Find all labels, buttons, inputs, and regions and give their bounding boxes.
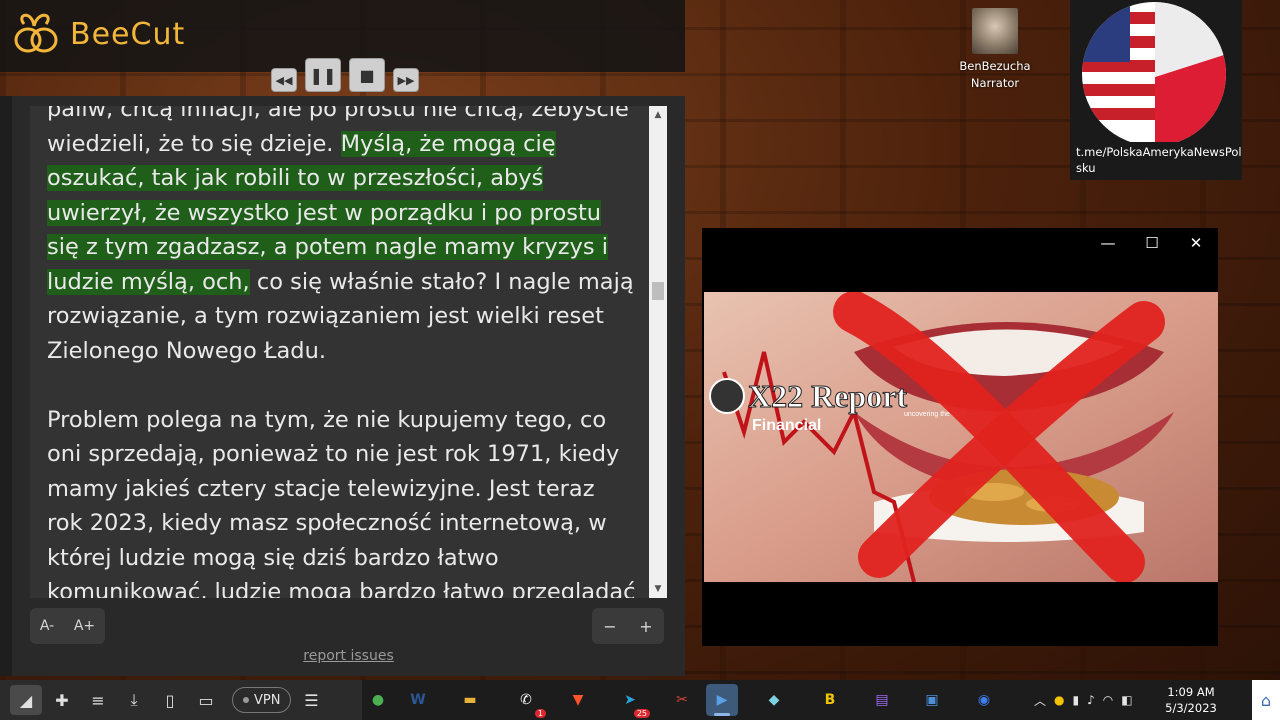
minimize-icon[interactable]: — [1086,228,1130,258]
video-frame[interactable]: X22 Report uncovering the truth Financia… [704,292,1218,582]
taskbar-clock[interactable]: 1:09 AM 5/3/2023 [1162,684,1220,716]
close-icon[interactable]: ✕ [1174,228,1218,258]
word-icon[interactable]: W [402,684,434,716]
reading-pane[interactable]: paliw, chcą inflacji, ale po prostu nie … [30,106,667,598]
brave-glyph: ▼ [572,692,584,708]
clapperboard-glyph: ▤ [875,692,889,708]
editor-glyph: ◆ [768,692,780,708]
pause-button[interactable]: ❚❚ [305,58,341,92]
reader-text-segment: Problem polega na tym, że nie kupujemy t… [47,406,636,599]
window-controls: — ☐ ✕ [1086,228,1218,258]
playlist-icon[interactable]: ≡ [82,685,114,715]
desktop-shortcut-narrator[interactable]: BenBezucha Narrator [955,8,1035,92]
rewind-icon: ◀◀ [275,73,293,87]
scroll-up-icon[interactable]: ▲ [649,106,667,124]
video-player-window: — ☐ ✕ X22 Report uncovering the truth Fi… [702,228,1218,646]
windows-taskbar: ● W ▬ ✆ 1 ▼ ➤ 25 ✂ ▶ ◆ B ▤ ▣ ◉ ︿ ● ▮ ♪ ◠ ◧ 1:09 AM 5/3… [362,680,1280,720]
us-poland-flag-icon [1082,2,1226,142]
scroll-down-icon[interactable]: ▼ [649,580,667,598]
narrator-avatar [972,8,1018,54]
shortcut-sublabel: Narrator [970,76,1020,90]
photos-icon[interactable]: ▣ [916,684,948,716]
file-explorer-icon[interactable]: ▬ [454,684,486,716]
whatsapp-glyph: ✆ [520,692,532,708]
video-overlay-subtitle: Financial [752,417,821,434]
reader-paragraph: paliw, chcą inflacji, ale po prostu nie … [47,106,637,368]
reader-edge [0,96,12,676]
stop-icon: ■ [359,65,375,85]
video-overlay-title: X22 Report [748,378,907,414]
notification-badge: 1 [534,709,546,718]
clapperboard-icon[interactable]: ▤ [866,684,898,716]
brave-shield-icon[interactable]: ◢ [10,685,42,715]
bee-logo-icon [14,13,58,53]
beecut-taskbar-icon[interactable]: ▶ [706,684,738,716]
notification-badge: 25 [633,709,650,718]
app-name: BeeCut [70,16,186,52]
app-launcher-glyph: ● [371,692,385,708]
menu-icon[interactable]: ☰ [295,685,327,715]
media-player-glyph: ◉ [977,692,991,708]
beecut-logo: BeeCut [10,12,185,56]
vpn-status-dot [243,697,249,703]
fast-forward-icon: ▶▶ [397,73,415,87]
zoom-in-button[interactable]: + [639,617,652,636]
editor-icon[interactable]: ◆ [758,684,790,716]
forward-button[interactable]: ▶▶ [393,68,419,92]
scroll-thumb[interactable] [652,282,664,300]
wallet-icon[interactable]: ▭ [190,685,222,715]
photos-glyph: ▣ [925,692,939,708]
rewind-button[interactable]: ◀◀ [271,68,297,92]
wifi-icon[interactable]: ◠ [1103,693,1113,707]
zoom-controls: − + [592,608,664,644]
stop-button[interactable]: ■ [349,58,385,92]
report-issues-link[interactable]: report issues [12,648,685,664]
telegram-glyph: ➤ [624,692,636,708]
sidebar-icon[interactable]: ▯ [154,685,186,715]
system-tray: ︿ ● ▮ ♪ ◠ ◧ [1034,680,1133,720]
tray-device-icon[interactable]: ▮ [1073,693,1080,707]
video-thumbnail: X22 Report uncovering the truth Financia… [704,292,1218,582]
telegram-link[interactable]: t.me/PolskaAmerykaNewsPolsku [1076,144,1242,176]
browser-bottom-toolbar: ◢ ✚ ≡ ⤓ ▯ ▭ VPN ☰ [0,680,362,720]
active-app-indicator [714,713,730,716]
notification-icon[interactable]: ⌂ [1252,680,1280,720]
microphone-icon[interactable]: ♪ [1087,693,1095,707]
clock-time: 1:09 AM [1167,685,1215,699]
whatsapp-icon[interactable]: ✆ 1 [510,684,546,718]
bee-app-icon[interactable]: B [814,684,846,716]
text-reader-panel: paliw, chcą inflacji, ale po prostu nie … [12,96,685,676]
snipping-tool-icon[interactable]: ✂ [666,684,698,716]
vpn-button[interactable]: VPN [232,687,292,713]
reading-text: paliw, chcą inflacji, ale po prostu nie … [47,106,637,598]
beecut-taskbar-glyph: ▶ [716,692,728,708]
font-size-controls: A- A+ [30,608,105,644]
pause-icon: ❚❚ [309,65,337,85]
volume-icon[interactable]: ◧ [1121,693,1132,707]
playback-controls: ◀◀ ❚❚ ■ ▶▶ [271,58,419,92]
app-launcher-icon[interactable]: ● [362,684,394,716]
clock-date: 5/3/2023 [1165,701,1217,715]
word-glyph: W [410,692,426,708]
maximize-icon[interactable]: ☐ [1130,228,1174,258]
brave-icon[interactable]: ▼ [562,684,594,716]
font-decrease-button[interactable]: A- [40,618,54,634]
tray-overflow-icon[interactable]: ︿ [1034,692,1046,709]
font-increase-button[interactable]: A+ [74,618,95,634]
telegram-channel-card[interactable]: t.me/PolskaAmerykaNewsPolsku [1070,0,1242,180]
file-explorer-glyph: ▬ [463,692,477,708]
vertical-scrollbar[interactable]: ▲ ▼ [649,106,667,598]
media-player-icon[interactable]: ◉ [968,684,1000,716]
shortcut-label: BenBezucha [959,59,1031,73]
download-icon[interactable]: ⤓ [118,685,150,715]
vpn-label: VPN [254,692,281,708]
telegram-icon[interactable]: ➤ 25 [614,684,650,718]
zoom-out-button[interactable]: − [603,617,616,636]
extensions-icon[interactable]: ✚ [46,685,78,715]
snipping-tool-glyph: ✂ [676,692,688,708]
bee-app-glyph: B [824,692,836,708]
beecut-title-bar: BeeCut ◀◀ ❚❚ ■ ▶▶ [0,0,685,92]
reader-paragraph: Problem polega na tym, że nie kupujemy t… [47,403,637,599]
tray-app-icon[interactable]: ● [1054,693,1064,707]
